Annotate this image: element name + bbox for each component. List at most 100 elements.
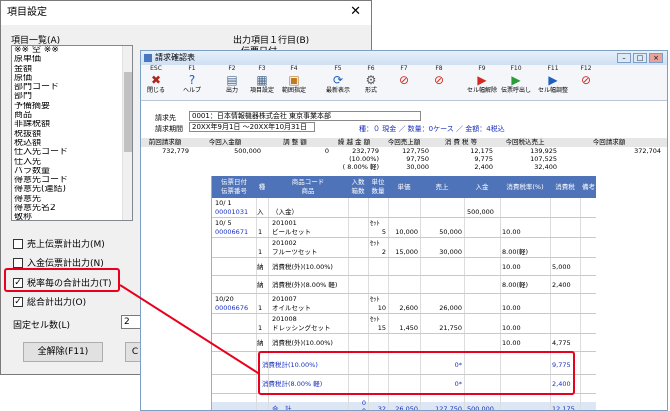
header-cell: 入金 [475, 183, 489, 191]
grand-total-checkbox[interactable]: ✓ 総合計出力(O) [13, 295, 86, 308]
checkbox-box[interactable] [13, 238, 23, 249]
minimize-icon[interactable]: – [617, 53, 631, 63]
list-item[interactable]: 部門 [12, 92, 132, 101]
list-item[interactable]: 税抜額 [12, 130, 132, 139]
fkey-f6-button[interactable]: F6 ⚙ 形式 [356, 65, 386, 101]
list-item[interactable]: 商品 [12, 111, 132, 120]
clear-all-button[interactable]: 全解除(F11) [23, 342, 103, 362]
header-cell: 入数 [351, 178, 365, 186]
format-icon: ⚙ [365, 73, 377, 87]
tax-rate: 8.00(軽) [502, 281, 529, 289]
fkey-f9-button[interactable]: F9 ▶ セル幅解除 [467, 65, 497, 101]
fkey-f2-button[interactable]: F2 ▤ 出力 [217, 65, 247, 101]
grid-header: 伝票日付 伝票番号 種 商品コード 商品 入数 箱数 単位 数量 単価 売上 入金 消費税率(%) 消費税… [212, 176, 596, 198]
app-icon [144, 54, 152, 62]
fkey-f4-button[interactable]: F4 ▣ 範囲指定 [279, 65, 309, 101]
sales-amount: 21,750 [439, 324, 462, 332]
summary-header-cell: 消 費 税 等 [444, 138, 478, 146]
fkey-label: F2 [228, 65, 236, 72]
list-item[interactable]: 得意先コード [12, 176, 132, 185]
fkey-label: F12 [580, 65, 592, 72]
list-item[interactable]: 税込額 [12, 139, 132, 148]
fkey-f1-button[interactable]: F1? ヘルプ [177, 65, 207, 101]
customer-select[interactable]: 0001：日本情報機器株式会社 東京事業本部 [189, 111, 421, 121]
list-item[interactable]: 得意先(連結) [12, 185, 132, 194]
row-divider [212, 217, 596, 218]
summary-cell: (10.00%) [349, 155, 379, 163]
fkey-f12-button[interactable]: F12 ⊘ [571, 65, 601, 101]
fkey-f5-button[interactable]: F5 ⟳ 最新表示 [323, 65, 353, 101]
list-item[interactable]: 得意先名2 [12, 204, 132, 213]
item-name: ドレッシングセット [272, 324, 331, 332]
fkey-f8-button[interactable]: F8 ⊘ [424, 65, 454, 101]
item-listbox[interactable]: ※※ 空 ※※ 原単価 金額 原価 部門コード 部門 予備摘要 商品 非課税額 税抜額 税込額 仕入先… [11, 45, 133, 221]
item-code: 201008 [272, 315, 297, 323]
checkbox-box[interactable]: ✓ [13, 296, 23, 307]
tax-rate: 10.00 [502, 339, 521, 347]
fkey-f3-button[interactable]: F3 ▦ 項目設定 [247, 65, 277, 101]
item-name: オイルセット [272, 304, 311, 312]
sales-slip-total-checkbox[interactable]: 売上伝票計出力(M) [13, 237, 105, 250]
header-cell: 数量 [371, 187, 385, 195]
maximize-icon[interactable]: □ [633, 53, 647, 63]
total-quantity: 32 [377, 405, 386, 411]
fkey-name [571, 87, 601, 95]
list-item[interactable]: 原価 [12, 74, 132, 83]
unit: ｾｯﾄ [370, 315, 380, 323]
list-item[interactable]: ※※ 空 ※※ [12, 46, 132, 55]
list-item[interactable]: 仕入先 [12, 158, 132, 167]
list-item[interactable]: 原単価 [12, 55, 132, 64]
play-icon: ▶ [511, 73, 521, 87]
list-item[interactable]: 得意先 [12, 195, 132, 204]
summary-header-cell: 今回入金額 [208, 138, 242, 146]
header-cell: 単位 [371, 178, 385, 186]
fkey-label: F5 [334, 65, 342, 72]
unit-price: 15,000 [395, 248, 418, 256]
tax-rate: 10.00 [502, 304, 521, 312]
fkey-label: F4 [290, 65, 298, 72]
list-item[interactable]: 敬称 [12, 213, 132, 220]
total-price: 26,050 [395, 405, 418, 411]
close-icon[interactable]: × [649, 53, 663, 63]
list-item[interactable]: 仕入先コード [12, 148, 132, 157]
header-cell: 単価 [397, 183, 411, 191]
summary-cell: 500,000 [234, 147, 261, 155]
fkey-f11-button[interactable]: F11 ▶ セル幅調整 [538, 65, 568, 101]
window-titlebar: 請求確認表 – □ × [141, 51, 667, 65]
close-icon[interactable]: ✕ [350, 4, 361, 20]
dialog-titlebar: 項目設定 ✕ [1, 1, 371, 25]
line-number: 1 [258, 324, 263, 332]
total-deposit: 500,000 [467, 405, 494, 411]
header-cell: 商品コード [291, 178, 325, 186]
list-item[interactable]: 非課税額 [12, 120, 132, 129]
fkey-f7-button[interactable]: F7 ⊘ [389, 65, 419, 101]
disabled-icon: ⊘ [580, 73, 592, 87]
summary-cell: 97,750 [406, 155, 429, 163]
summary-header-cell: 今回税込売上 [505, 138, 545, 146]
quantity: 2 [381, 248, 386, 256]
list-item[interactable]: 予備摘要 [12, 102, 132, 111]
scrollbar-thumb[interactable] [124, 72, 132, 152]
row-divider [212, 237, 596, 238]
total-label: 合 計 [272, 405, 292, 411]
period-field[interactable]: 20XX年9月1日 〜20XX年10月31日 [189, 122, 315, 132]
fkey-esc-button[interactable]: ESC ✖ 閉じる [141, 65, 171, 101]
list-item[interactable]: バラ数量 [12, 167, 132, 176]
window-title: 請求確認表 [155, 53, 195, 62]
header-cell: 箱数 [351, 187, 365, 195]
row-divider [212, 333, 596, 334]
row-divider [212, 257, 596, 258]
list-item[interactable]: 部門コード [12, 83, 132, 92]
fkey-f10-button[interactable]: F10 ▶ 伝票呼出し [501, 65, 531, 101]
highlight-tax-totals [258, 351, 575, 395]
summary-cell: 2,400 [474, 163, 493, 171]
list-item[interactable]: 金額 [12, 65, 132, 74]
grid-column-divider [256, 198, 257, 410]
summary-cell: 732,779 [162, 147, 189, 155]
listbox-scrollbar[interactable] [122, 46, 132, 220]
fkey-name: ヘルプ [182, 87, 201, 94]
checkbox-box[interactable] [13, 257, 23, 268]
unit: ｾｯﾄ [370, 239, 380, 247]
summary-header-cell: 前回請求額 [148, 138, 182, 146]
sales-amount: 26,000 [439, 304, 462, 312]
